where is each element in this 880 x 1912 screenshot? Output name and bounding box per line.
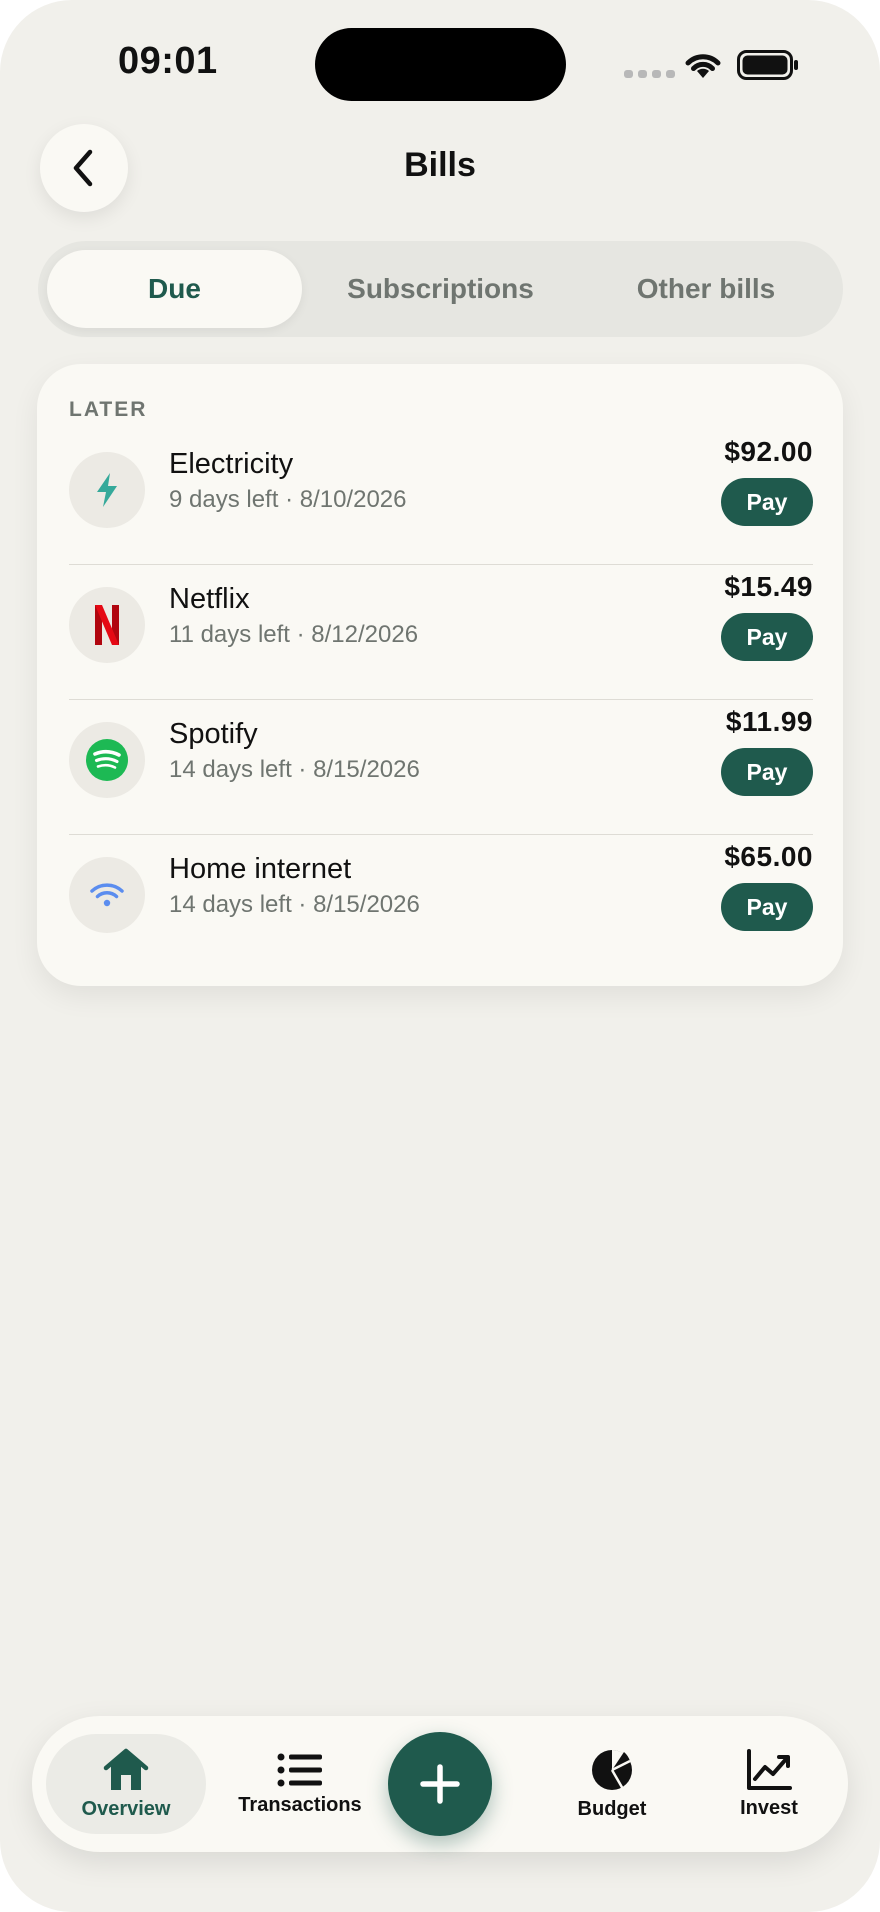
- bill-tabs: Due Subscriptions Other bills: [38, 241, 843, 337]
- nav-item-overview[interactable]: Overview: [46, 1734, 206, 1834]
- bill-row-spotify[interactable]: Spotify 14 days left · 8/15/2026 $11.99 …: [69, 700, 813, 835]
- nav-item-budget[interactable]: Budget: [537, 1716, 687, 1852]
- spotify-icon: [69, 722, 145, 798]
- bill-amount: $15.49: [724, 571, 813, 602]
- list-icon: [277, 1753, 322, 1786]
- bill-row-electricity[interactable]: Electricity 9 days left · 8/10/2026 $92.…: [69, 430, 813, 565]
- tab-due[interactable]: Due: [47, 250, 302, 328]
- bill-due-info: 11 days left · 8/12/2026: [169, 621, 419, 648]
- bills-card: LATER Electricity 9 days left · 8/10/202…: [37, 364, 843, 986]
- nav-label: Invest: [740, 1796, 798, 1819]
- bill-amount: $11.99: [725, 706, 813, 737]
- pay-button[interactable]: Pay: [721, 478, 813, 526]
- phone-screen: 09:01 Bills Due Subscriptions Other bill…: [0, 0, 880, 1912]
- bill-due-info: 14 days left · 8/15/2026: [169, 891, 420, 918]
- bill-name: Home internet: [169, 853, 352, 885]
- nav-item-invest[interactable]: Invest: [704, 1716, 834, 1852]
- battery-icon: [737, 50, 798, 80]
- page-title: Bills: [404, 146, 476, 184]
- add-button[interactable]: [388, 1732, 492, 1836]
- section-label: LATER: [69, 398, 148, 421]
- pie-chart-icon: [592, 1749, 632, 1790]
- dynamic-island: [315, 28, 566, 101]
- bill-row-netflix[interactable]: Netflix 11 days left · 8/12/2026 $15.49 …: [69, 565, 813, 700]
- bill-due-info: 14 days left · 8/15/2026: [169, 756, 420, 783]
- bill-due-info: 9 days left · 8/10/2026: [169, 486, 407, 513]
- cellular-signal-icon: [624, 70, 675, 78]
- nav-item-transactions[interactable]: Transactions: [220, 1716, 380, 1852]
- status-time: 09:01: [118, 40, 218, 82]
- home-icon: [103, 1748, 149, 1790]
- nav-label: Budget: [577, 1797, 647, 1820]
- pay-button[interactable]: Pay: [721, 748, 813, 796]
- bill-name: Spotify: [169, 718, 258, 750]
- nav-label: Overview: [81, 1797, 171, 1820]
- nav-label: Transactions: [238, 1793, 362, 1816]
- pay-button[interactable]: Pay: [721, 883, 813, 931]
- bill-row-home-internet[interactable]: Home internet 14 days left · 8/15/2026 $…: [69, 835, 813, 970]
- bill-amount: $92.00: [724, 436, 813, 467]
- wifi-status-icon: [685, 54, 721, 78]
- wifi-icon: [69, 857, 145, 933]
- lightning-icon: [69, 452, 145, 528]
- bill-name: Netflix: [169, 583, 250, 615]
- chart-line-icon: [747, 1748, 792, 1790]
- tab-other-bills[interactable]: Other bills: [578, 250, 834, 328]
- bill-name: Electricity: [169, 448, 294, 480]
- tab-subscriptions[interactable]: Subscriptions: [313, 250, 568, 328]
- netflix-icon: [69, 587, 145, 663]
- pay-button[interactable]: Pay: [721, 613, 813, 661]
- bill-amount: $65.00: [724, 841, 813, 872]
- plus-icon: [420, 1764, 460, 1804]
